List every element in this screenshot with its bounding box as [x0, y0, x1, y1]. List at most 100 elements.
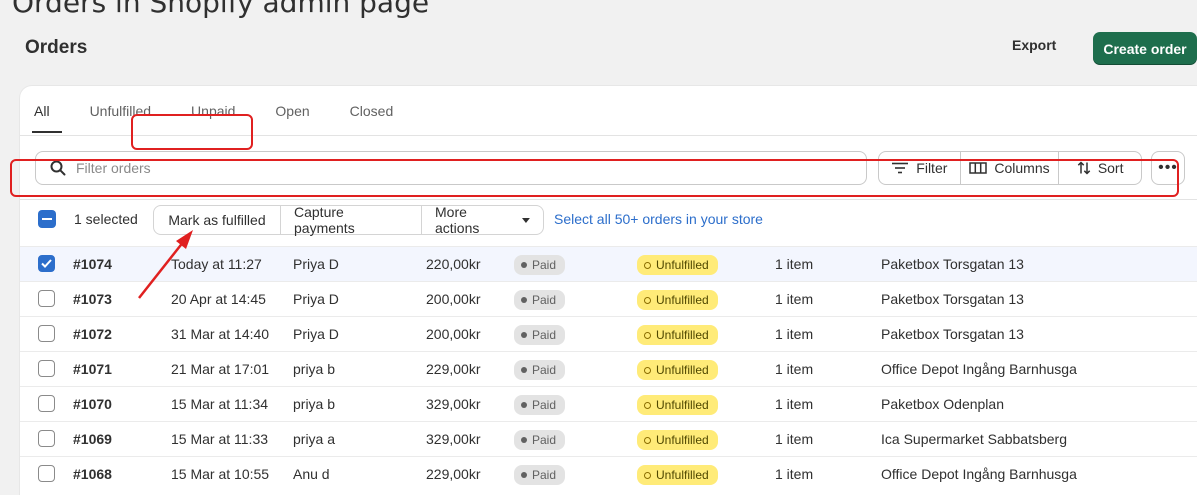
- delivery-method: Paketbox Torsgatan 13: [881, 326, 1024, 342]
- dot-icon: [521, 262, 527, 268]
- payment-status-label: Paid: [532, 468, 557, 482]
- order-tabs: All Unfulfilled Unpaid Open Closed: [32, 103, 433, 133]
- row-checkbox[interactable]: [38, 255, 55, 272]
- select-all-orders-link[interactable]: Select all 50+ orders in your store: [554, 211, 763, 227]
- order-total: 200,00kr: [426, 291, 481, 307]
- order-total: 229,00kr: [426, 466, 481, 482]
- delivery-method: Office Depot Ingång Barnhusga: [881, 466, 1077, 482]
- export-button[interactable]: Export: [1012, 37, 1056, 53]
- tab-closed[interactable]: Closed: [350, 103, 394, 133]
- fulfillment-status-label: Unfulfilled: [656, 468, 709, 482]
- order-items: 1 item: [775, 396, 814, 412]
- order-date: 31 Mar at 14:40: [171, 326, 270, 342]
- search-field[interactable]: [35, 151, 867, 185]
- ring-icon: [644, 261, 651, 269]
- order-date: 15 Mar at 11:33: [171, 431, 269, 447]
- order-customer: Priya D: [293, 256, 339, 272]
- row-checkbox[interactable]: [38, 360, 55, 377]
- tab-divider: [20, 135, 1197, 136]
- search-icon: [50, 160, 66, 176]
- tab-open[interactable]: Open: [275, 103, 309, 133]
- delivery-method: Paketbox Torsgatan 13: [881, 291, 1024, 307]
- ring-icon: [644, 401, 651, 409]
- row-checkbox[interactable]: [38, 465, 55, 482]
- fulfillment-status-label: Unfulfilled: [656, 293, 709, 307]
- table-row[interactable]: #1070 15 Mar at 11:34 priya b 329,00kr Paid U…: [20, 386, 1197, 421]
- ring-icon: [644, 331, 651, 339]
- payment-status-label: Paid: [532, 258, 557, 272]
- orders-card: All Unfulfilled Unpaid Open Closed Filter: [20, 86, 1197, 495]
- mark-as-fulfilled-button[interactable]: Mark as fulfilled: [154, 206, 281, 234]
- order-total: 220,00kr: [426, 256, 481, 272]
- fulfillment-status-badge: Unfulfilled: [637, 465, 718, 485]
- fulfillment-status-badge: Unfulfilled: [637, 430, 718, 450]
- table-row[interactable]: #1074 Today at 11:27 Priya D 220,00kr Paid Un…: [20, 246, 1197, 281]
- fulfillment-status-label: Unfulfilled: [656, 398, 709, 412]
- page-caption: Orders in Shopify admin page: [12, 0, 430, 19]
- page-title: Orders: [25, 37, 88, 58]
- row-checkbox[interactable]: [38, 290, 55, 307]
- bulk-actions-bar: 1 selected Mark as fulfilled Capture pay…: [20, 199, 1197, 238]
- payment-status-label: Paid: [532, 293, 557, 307]
- order-date: 20 Apr at 14:45: [171, 291, 266, 307]
- row-checkbox[interactable]: [38, 395, 55, 412]
- fulfillment-status-label: Unfulfilled: [656, 258, 709, 272]
- more-actions-label: More actions: [435, 204, 480, 236]
- table-row[interactable]: #1073 20 Apr at 14:45 Priya D 200,00kr Paid U…: [20, 281, 1197, 316]
- search-input[interactable]: [76, 160, 836, 176]
- order-total: 200,00kr: [426, 326, 481, 342]
- table-row[interactable]: #1071 21 Mar at 17:01 priya b 229,00kr Paid U…: [20, 351, 1197, 386]
- table-row[interactable]: #1069 15 Mar at 11:33 priya a 329,00kr Paid U…: [20, 421, 1197, 456]
- order-number[interactable]: #1069: [73, 431, 112, 447]
- order-number[interactable]: #1068: [73, 466, 112, 482]
- fulfillment-status-label: Unfulfilled: [656, 433, 709, 447]
- capture-payments-button[interactable]: Capture payments: [281, 204, 422, 236]
- order-number[interactable]: #1074: [73, 256, 112, 272]
- fulfillment-status-label: Unfulfilled: [656, 328, 709, 342]
- order-number[interactable]: #1071: [73, 361, 112, 377]
- delivery-method: Paketbox Torsgatan 13: [881, 256, 1024, 272]
- payment-status-badge: Paid: [514, 360, 566, 380]
- row-checkbox[interactable]: [38, 325, 55, 342]
- dot-icon: [521, 437, 527, 443]
- select-all-checkbox[interactable]: [38, 210, 56, 228]
- columns-icon: [969, 162, 988, 174]
- fulfillment-status-badge: Unfulfilled: [637, 360, 718, 380]
- fulfillment-status-badge: Unfulfilled: [637, 395, 718, 415]
- payment-status-badge: Paid: [514, 465, 566, 485]
- payment-status-label: Paid: [532, 433, 557, 447]
- create-order-button[interactable]: Create order: [1093, 32, 1197, 65]
- orders-page: Orders in Shopify admin page Orders Expo…: [0, 0, 1197, 495]
- order-date: 21 Mar at 17:01: [171, 361, 270, 377]
- dot-icon: [521, 402, 527, 408]
- payment-status-badge: Paid: [514, 395, 566, 415]
- payment-status-label: Paid: [532, 328, 557, 342]
- dot-icon: [521, 472, 527, 478]
- tab-unpaid[interactable]: Unpaid: [191, 103, 235, 133]
- sort-icon: [1077, 161, 1091, 175]
- tab-all[interactable]: All: [32, 103, 61, 133]
- filter-icon: [892, 162, 909, 174]
- checkmark-icon: [41, 259, 52, 268]
- order-number[interactable]: #1072: [73, 326, 112, 342]
- order-number[interactable]: #1070: [73, 396, 112, 412]
- filter-button[interactable]: Filter: [879, 152, 961, 184]
- order-number[interactable]: #1073: [73, 291, 112, 307]
- table-row[interactable]: #1068 15 Mar at 10:55 Anu d 229,00kr Paid Unf…: [20, 456, 1197, 491]
- orders-table: #1074 Today at 11:27 Priya D 220,00kr Paid Un…: [20, 246, 1197, 491]
- more-options-button[interactable]: •••: [1151, 151, 1185, 185]
- table-row[interactable]: #1072 31 Mar at 14:40 Priya D 200,00kr Paid U…: [20, 316, 1197, 351]
- payment-status-badge: Paid: [514, 290, 566, 310]
- order-total: 329,00kr: [426, 431, 481, 447]
- dot-icon: [521, 332, 527, 338]
- tab-unfulfilled[interactable]: Unfulfilled: [90, 103, 151, 133]
- row-checkbox[interactable]: [38, 430, 55, 447]
- payment-status-badge: Paid: [514, 325, 566, 345]
- sort-button[interactable]: Sort: [1059, 152, 1141, 184]
- order-items: 1 item: [775, 326, 814, 342]
- ellipsis-icon: •••: [1158, 159, 1178, 176]
- columns-button[interactable]: Columns: [961, 152, 1060, 184]
- order-customer: Anu d: [293, 466, 330, 482]
- ring-icon: [644, 436, 651, 444]
- more-actions-button[interactable]: More actions: [422, 204, 543, 236]
